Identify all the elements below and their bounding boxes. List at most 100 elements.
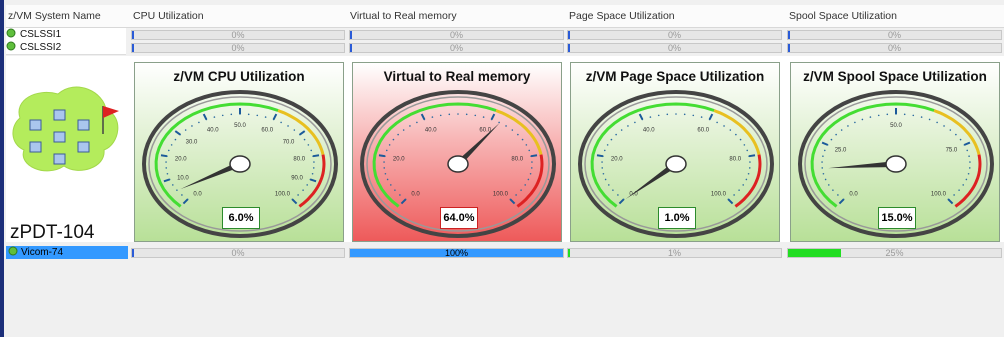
gauge-tick-label: 100.0 bbox=[493, 191, 509, 197]
gauge-band bbox=[154, 102, 279, 208]
gauge-minor-tick bbox=[822, 172, 825, 175]
gauge-minor-tick bbox=[700, 116, 703, 118]
gauge-major-tick bbox=[182, 198, 189, 205]
bar-zero-tick bbox=[132, 44, 134, 52]
gauge-minor-tick bbox=[191, 125, 193, 127]
bar-label: 0% bbox=[667, 30, 681, 40]
bar-zero-tick bbox=[568, 44, 570, 52]
gauge-tick-label: 0.0 bbox=[411, 191, 420, 197]
gauge-tick-label: 80.0 bbox=[729, 157, 741, 163]
zvm-monitor-window: z/VM System Name CPU Utilization Virtual… bbox=[0, 0, 1004, 337]
gauge-tick-label: 40.0 bbox=[425, 127, 437, 133]
system-row-vicom[interactable]: Vicom-74 bbox=[6, 246, 128, 259]
vicom-v2r-bar: 100% bbox=[349, 248, 564, 258]
gauge-tick-label: 50.0 bbox=[890, 123, 902, 129]
gauge-minor-tick bbox=[165, 161, 167, 163]
col-header-cpu[interactable]: CPU Utilization bbox=[133, 5, 204, 27]
gauge-minor-tick bbox=[847, 125, 849, 127]
gauge-minor-tick bbox=[723, 125, 725, 127]
col-header-system-name[interactable]: z/VM System Name bbox=[8, 5, 101, 27]
gauge-value-box: 64.0% bbox=[440, 207, 478, 229]
gauge-minor-tick bbox=[311, 172, 314, 175]
bar-label: 0% bbox=[449, 43, 463, 53]
gauge-minor-tick bbox=[821, 167, 824, 169]
gauge-minor-tick bbox=[943, 125, 945, 127]
gauge-tick-label: 20.0 bbox=[175, 157, 187, 163]
gauge-major-tick bbox=[727, 198, 734, 205]
gauge-minor-tick bbox=[835, 133, 837, 136]
system-row-cslssi2[interactable]: CSLSSI2 bbox=[6, 41, 126, 55]
cpu-bar: 0% bbox=[131, 43, 345, 53]
gauge-minor-tick bbox=[912, 114, 915, 117]
gauge-tick-label: 20.0 bbox=[393, 157, 405, 163]
node-zpdt-104[interactable] bbox=[6, 58, 128, 242]
gauge-tick-label: 100.0 bbox=[931, 191, 947, 197]
gauge-hub bbox=[665, 155, 687, 173]
gauge-minor-tick bbox=[388, 144, 391, 146]
gauge-tick-label: 30.0 bbox=[186, 139, 198, 145]
gauge-minor-tick bbox=[174, 138, 177, 141]
gauge-minor-tick bbox=[620, 129, 623, 131]
node-cluster-icon bbox=[12, 86, 119, 172]
gauge-minor-tick bbox=[167, 149, 170, 152]
gauge-minor-tick bbox=[171, 184, 174, 186]
gauge-minor-tick bbox=[692, 114, 695, 117]
gauge-band bbox=[372, 102, 497, 208]
system-name-vicom: Vicom-74 bbox=[21, 247, 64, 258]
gauge-value-box: 1.0% bbox=[658, 207, 696, 229]
col-header-spool[interactable]: Spool Space Utilization bbox=[789, 5, 897, 27]
gauge-major-tick bbox=[509, 198, 516, 205]
gauge-minor-tick bbox=[612, 189, 614, 191]
gauge-minor-tick bbox=[607, 184, 610, 186]
gauge-minor-tick bbox=[170, 144, 173, 146]
gauge-minor-tick bbox=[310, 149, 313, 152]
gauge-major-tick bbox=[312, 154, 320, 158]
gauge-minor-tick bbox=[748, 167, 751, 169]
gauge-tick-label: 0.0 bbox=[849, 191, 858, 197]
gauge-minor-tick bbox=[448, 113, 451, 116]
gauge-minor-tick bbox=[959, 138, 962, 141]
bar-zero-tick bbox=[132, 31, 134, 39]
bar-zero-tick bbox=[350, 44, 352, 52]
gauge-tick-label: 100.0 bbox=[275, 191, 291, 197]
col-header-page[interactable]: Page Space Utilization bbox=[569, 5, 675, 27]
gauge-minor-tick bbox=[530, 167, 533, 169]
gauge-major-tick bbox=[202, 113, 208, 120]
gauge-minor-tick bbox=[529, 172, 532, 175]
gauge-tick-label: 40.0 bbox=[643, 127, 655, 133]
gauge-minor-tick bbox=[515, 194, 517, 196]
gauge-minor-tick bbox=[602, 172, 605, 175]
gauge-tick-label: 60.0 bbox=[697, 127, 709, 133]
gauge-minor-tick bbox=[264, 116, 267, 118]
gauge-minor-tick bbox=[886, 113, 889, 116]
gauge-minor-tick bbox=[869, 116, 872, 118]
gauge-minor-tick bbox=[953, 194, 955, 196]
gauge-minor-tick bbox=[303, 138, 306, 141]
gauge-minor-tick bbox=[739, 138, 742, 141]
col-header-v2r[interactable]: Virtual to Real memory bbox=[350, 5, 457, 27]
bar-zero-tick bbox=[788, 31, 790, 39]
gauge-1: z/VM CPU Utilization 0.0 10.0 20.0 30.0 40.0 5… bbox=[134, 62, 344, 242]
gauge-minor-tick bbox=[969, 161, 971, 163]
spool-bar: 0% bbox=[787, 30, 1002, 40]
gauge-band bbox=[713, 109, 761, 155]
gauge-tick-label: 25.0 bbox=[835, 148, 847, 154]
gauge-major-tick bbox=[299, 130, 306, 136]
gauge-minor-tick bbox=[949, 129, 952, 131]
gauge-minor-tick bbox=[385, 149, 388, 152]
gauge-major-tick bbox=[821, 141, 829, 146]
gauge-minor-tick bbox=[165, 167, 168, 169]
gauge-2: Virtual to Real memory 0.0 20.0 40.0 60.0 80.… bbox=[352, 62, 562, 242]
gauge-minor-tick bbox=[313, 161, 315, 163]
gauge-minor-tick bbox=[962, 184, 965, 186]
gauge-minor-tick bbox=[525, 144, 528, 146]
gauge-minor-tick bbox=[524, 184, 527, 186]
gauge-minor-tick bbox=[399, 194, 401, 196]
gauge-minor-tick bbox=[823, 149, 826, 152]
gauge-4: z/VM Spool Space Utilization 0.0 25.0 50.0 7… bbox=[790, 62, 1000, 242]
gauge-minor-tick bbox=[181, 194, 183, 196]
gauge-tick-label: 60.0 bbox=[261, 127, 273, 133]
gauge-major-tick bbox=[420, 113, 426, 120]
system-row-cslssi1[interactable]: CSLSSI1 bbox=[6, 28, 126, 42]
gauge-value-box: 15.0% bbox=[878, 207, 916, 229]
